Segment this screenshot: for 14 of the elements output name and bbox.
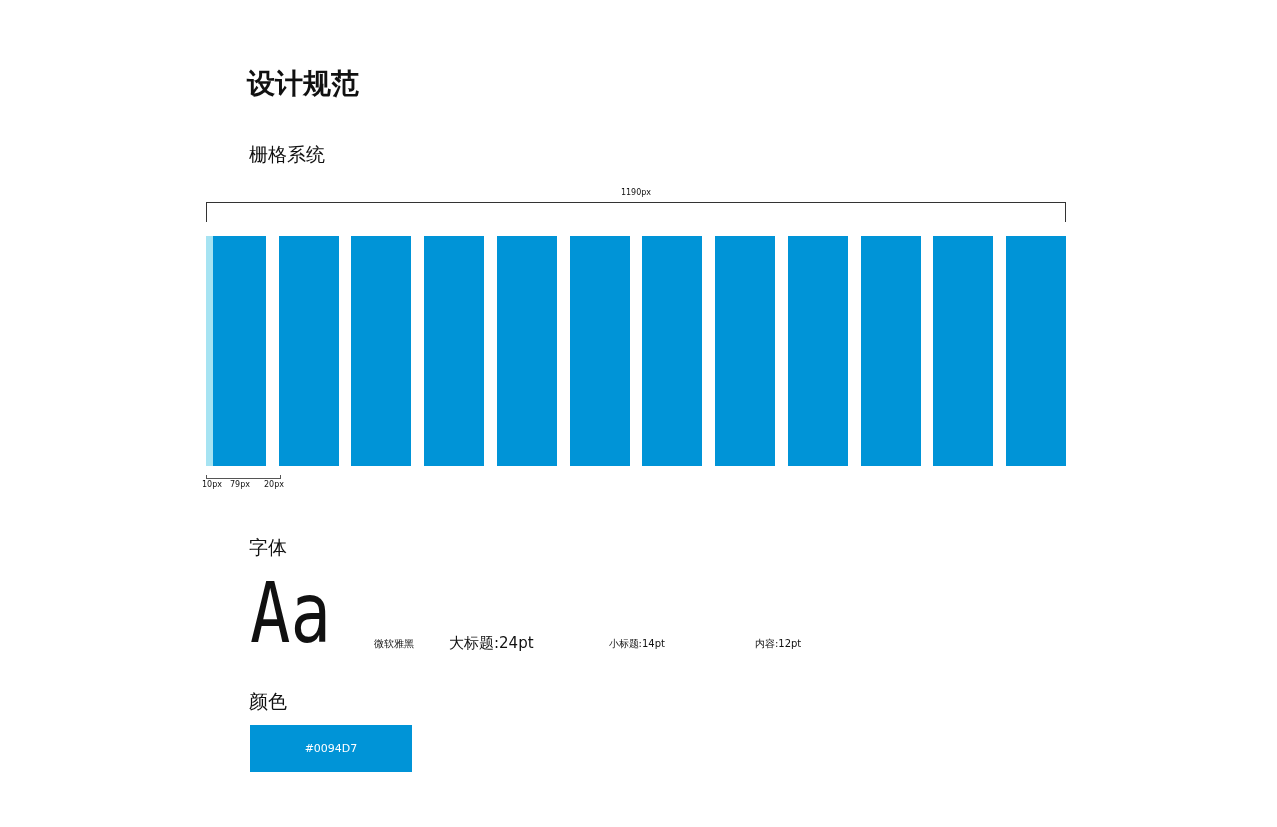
measure-label: 79px [230,480,250,489]
font-family: 微软雅黑 [374,637,414,651]
font-sample: Aa [250,571,330,655]
section-heading: 字体 [249,535,288,560]
page-title: 设计规范 [247,66,360,102]
measure-label: 20px [264,480,284,489]
section-heading: 栅格系统 [249,142,326,167]
section-heading: 颜色 [249,689,288,714]
font-size-label: 大标题:24pt [449,634,534,653]
color-swatch: #0094D7 [250,725,412,772]
font-size-label: 内容:12pt [754,637,802,651]
width-label: 1190px [620,188,652,197]
measure-label: 10px [202,480,222,489]
font-size-label: 小标题:14pt [608,637,665,651]
